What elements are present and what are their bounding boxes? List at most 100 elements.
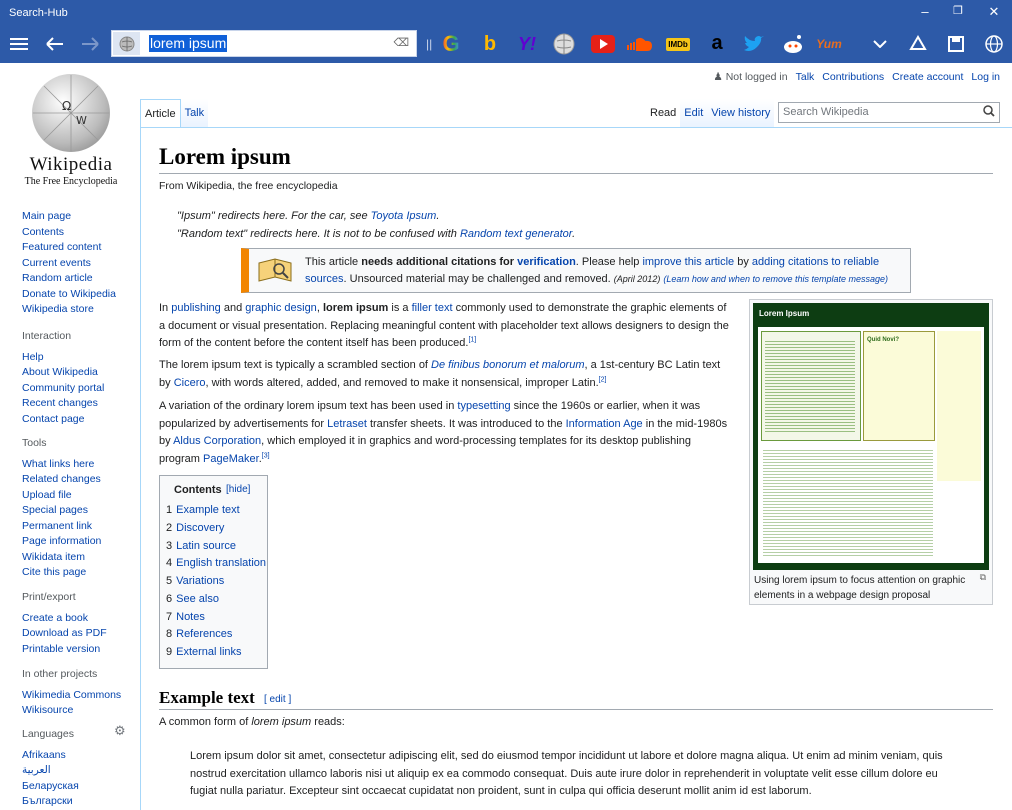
sidebar-item[interactable]: Random article [22, 271, 116, 287]
sidebar-item[interactable]: Wikidata item [22, 550, 101, 566]
minimize-icon[interactable]: – [915, 4, 935, 19]
talk-link[interactable]: Talk [796, 71, 815, 83]
globe-icon[interactable] [981, 25, 1007, 63]
search-input[interactable]: Search Wikipedia [778, 102, 1000, 123]
wikipedia-logo[interactable]: ΩW Wikipedia The Free Encyclopedia [21, 74, 121, 187]
link[interactable]: Letraset [327, 418, 367, 430]
soundcloud-icon[interactable] [627, 31, 653, 57]
link[interactable]: De finibus bonorum et malorum [431, 359, 584, 371]
sidebar-item[interactable]: Related changes [22, 472, 101, 488]
chevron-down-icon[interactable] [868, 25, 892, 63]
gear-icon[interactable]: ⚙ [114, 723, 126, 739]
sidebar-item[interactable]: Help [22, 350, 104, 366]
link[interactable]: publishing [171, 302, 221, 314]
learn-link[interactable]: (Learn how and when to remove this templ… [663, 274, 888, 284]
search-icon[interactable] [983, 105, 995, 120]
close-icon[interactable]: ✕ [984, 4, 1004, 20]
clear-input-icon[interactable]: ⌫ [393, 36, 409, 49]
link[interactable]: typesetting [457, 400, 510, 412]
toc-item[interactable]: 3 Latin source [166, 540, 236, 552]
contributions-link[interactable]: Contributions [822, 71, 884, 83]
login-link[interactable]: Log in [971, 71, 1000, 83]
toc-item[interactable]: 4 English translation [166, 557, 266, 569]
google-icon[interactable]: G [438, 31, 464, 57]
reference-link[interactable]: [1] [468, 336, 476, 343]
thumbnail-image[interactable]: Lorem Ipsum Quid Novi? [753, 303, 989, 570]
tab-read[interactable]: Read [646, 99, 681, 127]
sidebar-item[interactable]: Create a book [22, 611, 107, 627]
sidebar-item[interactable]: Wikipedia store [22, 302, 116, 318]
link[interactable]: Information Age [566, 418, 643, 430]
section-edit-link[interactable]: [ edit ] [264, 694, 291, 705]
yahoo-icon[interactable]: Y! [514, 31, 540, 57]
toc-item[interactable]: 2 Discovery [166, 522, 224, 534]
menu-icon[interactable] [6, 25, 32, 63]
link[interactable]: filler text [412, 302, 453, 314]
tab-talk[interactable]: Talk [180, 99, 209, 127]
namespace-tabs: Article Talk [140, 99, 209, 127]
sidebar-item[interactable]: Main page [22, 209, 116, 225]
toc-item[interactable]: 5 Variations [166, 575, 224, 587]
sidebar-item[interactable]: العربية [22, 763, 126, 779]
sidebar-item[interactable]: Contact page [22, 412, 104, 428]
restore-icon[interactable]: ❐ [948, 4, 968, 17]
sidebar-item[interactable]: What links here [22, 457, 101, 473]
reddit-icon[interactable] [780, 31, 806, 57]
sidebar-item[interactable]: Download as PDF [22, 626, 107, 642]
hatnote-link[interactable]: Toyota Ipsum [371, 210, 437, 222]
verification-link[interactable]: verification [517, 256, 576, 268]
sidebar-item[interactable]: Cite this page [22, 565, 101, 581]
sidebar-item[interactable]: Wikimedia Commons [22, 688, 121, 704]
yummly-icon[interactable]: Yum [816, 31, 842, 57]
sidebar-item[interactable]: Български [22, 794, 126, 810]
sidebar-item[interactable]: Current events [22, 256, 116, 272]
sidebar-item[interactable]: Special pages [22, 503, 101, 519]
reference-link[interactable]: [3] [262, 452, 270, 459]
sidebar-item[interactable]: Community portal [22, 381, 104, 397]
forward-icon[interactable] [77, 25, 103, 63]
save-icon[interactable] [943, 25, 969, 63]
tab-history[interactable]: View history [707, 99, 775, 127]
hatnote-link[interactable]: Random text generator [460, 228, 572, 240]
search-query-input[interactable]: lorem ipsum [149, 35, 228, 52]
link[interactable]: Aldus Corporation [173, 435, 261, 447]
tab-article[interactable]: Article [140, 99, 181, 127]
sidebar-item[interactable]: Afrikaans [22, 748, 126, 764]
youtube-icon[interactable] [590, 31, 616, 57]
toc-item[interactable]: 1 Example text [166, 504, 240, 516]
sidebar-item[interactable]: Wikisource [22, 703, 121, 719]
sidebar-item[interactable]: Беларуская [22, 779, 126, 795]
sidebar-item[interactable]: Page information [22, 534, 101, 550]
divider [159, 173, 993, 174]
imdb-icon[interactable]: IMDb [665, 31, 691, 57]
recycle-icon[interactable] [905, 25, 931, 63]
toc-hide-toggle[interactable]: [hide] [226, 484, 250, 495]
address-bar[interactable]: lorem ipsum ⌫ [111, 30, 417, 57]
link[interactable]: PageMaker [203, 453, 259, 465]
hatnote: "Ipsum" redirects here. For the car, see… [177, 210, 440, 222]
improve-link[interactable]: improve this article [642, 256, 734, 268]
sidebar-item[interactable]: Donate to Wikipedia [22, 287, 116, 303]
toc-item[interactable]: 7 Notes [166, 611, 205, 623]
sidebar-item[interactable]: Featured content [22, 240, 116, 256]
sidebar-item[interactable]: Contents [22, 225, 116, 241]
wikipedia-icon[interactable] [551, 31, 577, 57]
sidebar-item[interactable]: Upload file [22, 488, 101, 504]
toc-item[interactable]: 8 References [166, 628, 232, 640]
sidebar-item[interactable]: Permanent link [22, 519, 101, 535]
create-account-link[interactable]: Create account [892, 71, 963, 83]
magnify-icon[interactable]: ⧉ [980, 572, 986, 583]
amazon-icon[interactable]: a [704, 30, 730, 56]
bing-icon[interactable]: b [477, 31, 503, 57]
sidebar-item[interactable]: Recent changes [22, 396, 104, 412]
back-icon[interactable] [42, 25, 68, 63]
toc-item[interactable]: 9 External links [166, 646, 242, 658]
twitter-icon[interactable] [741, 31, 767, 57]
toc-item[interactable]: 6 See also [166, 593, 219, 605]
sidebar-item[interactable]: Printable version [22, 642, 107, 658]
reference-link[interactable]: [2] [599, 376, 607, 383]
link[interactable]: graphic design [245, 302, 317, 314]
sidebar-item[interactable]: About Wikipedia [22, 365, 104, 381]
tab-edit[interactable]: Edit [680, 99, 708, 127]
link[interactable]: Cicero [174, 377, 206, 389]
